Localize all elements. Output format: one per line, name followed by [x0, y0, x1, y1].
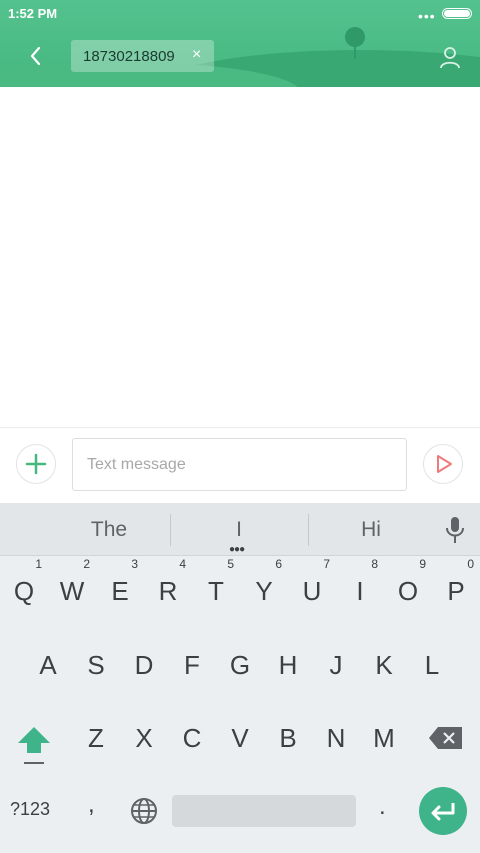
key-label: R: [158, 576, 178, 606]
back-button[interactable]: [24, 44, 48, 68]
key-hint: 2: [83, 557, 90, 571]
key-k[interactable]: K: [360, 641, 408, 689]
compose-bar: [0, 427, 480, 503]
plus-icon: [25, 453, 47, 475]
more-suggestions-icon[interactable]: ●●●: [229, 545, 245, 555]
add-attachment-button[interactable]: [16, 444, 56, 484]
back-arrow-icon: [30, 46, 41, 66]
suggestion-strip: The I Hi ●●●: [0, 503, 480, 556]
key-i[interactable]: I8: [336, 557, 384, 615]
send-icon: [437, 455, 452, 473]
key-label: T: [208, 576, 224, 606]
status-dots: •••: [418, 8, 436, 24]
key-z[interactable]: Z: [72, 714, 120, 762]
key-label: I: [356, 576, 364, 606]
space-bar[interactable]: [172, 795, 356, 827]
send-button[interactable]: [423, 444, 463, 484]
key-hint: 4: [179, 557, 186, 571]
key-hint: 8: [371, 557, 378, 571]
message-field[interactable]: [72, 438, 407, 491]
key-hint: 9: [419, 557, 426, 571]
comma-key[interactable]: ,: [88, 791, 95, 819]
message-input[interactable]: [73, 439, 401, 490]
key-c[interactable]: C: [168, 714, 216, 762]
key-label: U: [302, 576, 322, 606]
key-f[interactable]: F: [168, 641, 216, 689]
app-header: 1:52 PM ••• 18730218809 ×: [0, 0, 480, 87]
suggestion-2[interactable]: I: [184, 518, 294, 542]
key-label: P: [447, 576, 465, 606]
key-label: Q: [13, 576, 35, 606]
battery-icon: [442, 8, 472, 19]
key-label: Y: [255, 576, 273, 606]
close-icon[interactable]: ×: [192, 46, 201, 64]
suggestion-divider: [170, 514, 171, 546]
key-label: E: [111, 576, 129, 606]
key-a[interactable]: A: [24, 641, 72, 689]
key-label: O: [397, 576, 419, 606]
key-s[interactable]: S: [72, 641, 120, 689]
key-hint: 3: [131, 557, 138, 571]
key-w[interactable]: W2: [48, 557, 96, 615]
key-u[interactable]: U7: [288, 557, 336, 615]
key-o[interactable]: O9: [384, 557, 432, 615]
contact-icon: [440, 47, 460, 69]
contact-button[interactable]: [439, 45, 461, 69]
key-hint: 7: [323, 557, 330, 571]
key-e[interactable]: E3: [96, 557, 144, 615]
key-j[interactable]: J: [312, 641, 360, 689]
key-p[interactable]: P0: [432, 557, 480, 615]
status-time: 1:52 PM: [8, 6, 58, 21]
key-m[interactable]: M: [360, 714, 408, 762]
key-x[interactable]: X: [120, 714, 168, 762]
mic-icon[interactable]: [445, 516, 465, 544]
key-t[interactable]: T5: [192, 557, 240, 615]
key-g[interactable]: G: [216, 641, 264, 689]
enter-button[interactable]: [419, 787, 467, 835]
suggestion-3[interactable]: Hi: [316, 518, 426, 542]
symbols-key[interactable]: ?123: [10, 799, 50, 820]
status-bar: 1:52 PM •••: [0, 0, 480, 28]
key-n[interactable]: N: [312, 714, 360, 762]
key-q[interactable]: Q1: [0, 557, 48, 615]
backspace-icon[interactable]: [428, 726, 464, 750]
suggestion-1[interactable]: The: [54, 518, 164, 542]
key-y[interactable]: Y6: [240, 557, 288, 615]
key-hint: 0: [467, 557, 474, 571]
key-l[interactable]: L: [408, 641, 456, 689]
header-tree: [345, 27, 365, 47]
key-r[interactable]: R4: [144, 557, 192, 615]
keyboard: The I Hi ●●● Q1 W2 E3 R4 T5 Y6 U7 I8 O9 …: [0, 503, 480, 853]
key-hint: 1: [35, 557, 42, 571]
shift-icon[interactable]: [14, 723, 54, 767]
enter-icon: [431, 803, 455, 821]
recipient-number: 18730218809: [83, 48, 175, 65]
suggestion-divider: [308, 514, 309, 546]
period-key[interactable]: .: [379, 793, 386, 821]
recipient-chip[interactable]: 18730218809 ×: [71, 40, 214, 72]
globe-icon[interactable]: [130, 797, 158, 825]
key-hint: 5: [227, 557, 234, 571]
key-b[interactable]: B: [264, 714, 312, 762]
key-v[interactable]: V: [216, 714, 264, 762]
header-tree-trunk: [354, 45, 356, 59]
key-label: W: [59, 576, 85, 606]
key-d[interactable]: D: [120, 641, 168, 689]
key-hint: 6: [275, 557, 282, 571]
key-h[interactable]: H: [264, 641, 312, 689]
